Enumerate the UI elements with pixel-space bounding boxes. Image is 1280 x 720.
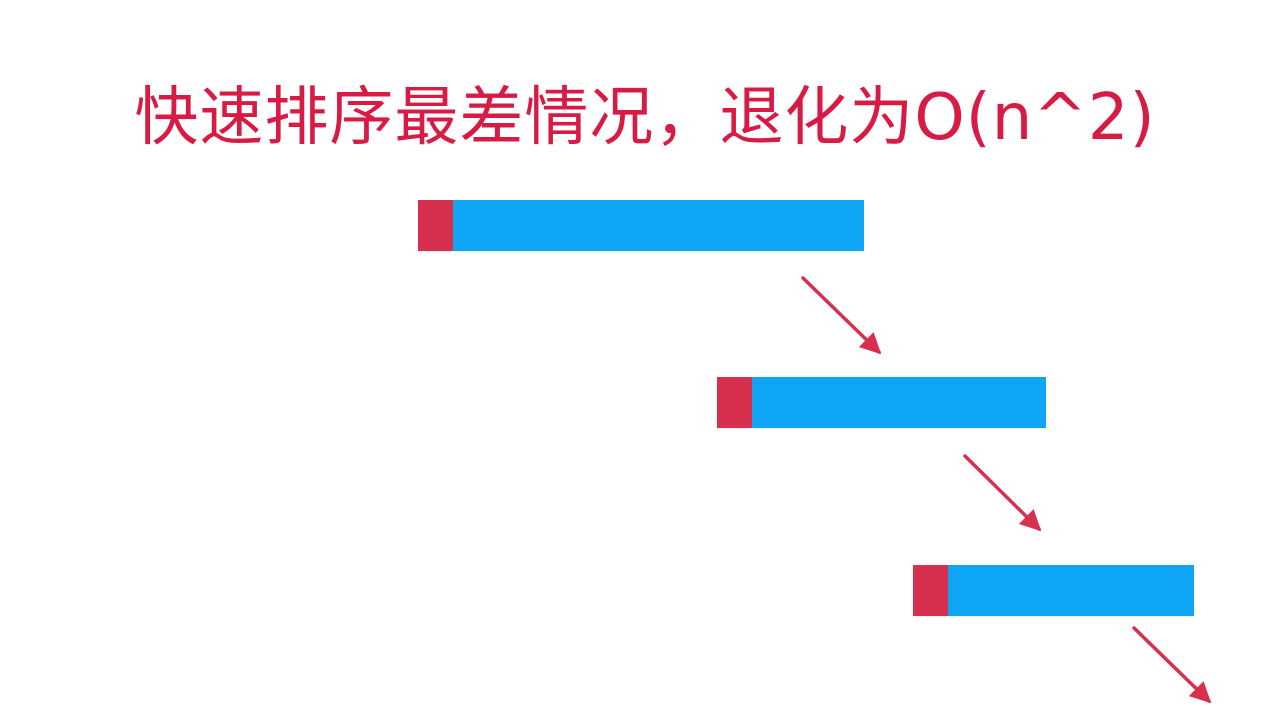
remaining-segment-1 — [453, 200, 864, 251]
arrow-down-right-icon — [963, 454, 1042, 532]
remaining-segment-3 — [948, 565, 1194, 616]
slide-title: 快速排序最差情况，退化为O(n^2) — [134, 81, 1156, 155]
pivot-segment-2 — [717, 377, 752, 428]
remaining-segment-2 — [752, 377, 1046, 428]
pivot-segment-3 — [913, 565, 948, 616]
partition-bar-2 — [717, 377, 1046, 428]
partition-bar-3 — [913, 565, 1194, 616]
arrow-down-right-icon — [1132, 626, 1212, 704]
slide-canvas: 快速排序最差情况，退化为O(n^2) — [0, 0, 1280, 720]
pivot-segment-1 — [418, 200, 453, 251]
partition-bar-1 — [418, 200, 864, 251]
arrow-down-right-icon — [801, 276, 882, 355]
